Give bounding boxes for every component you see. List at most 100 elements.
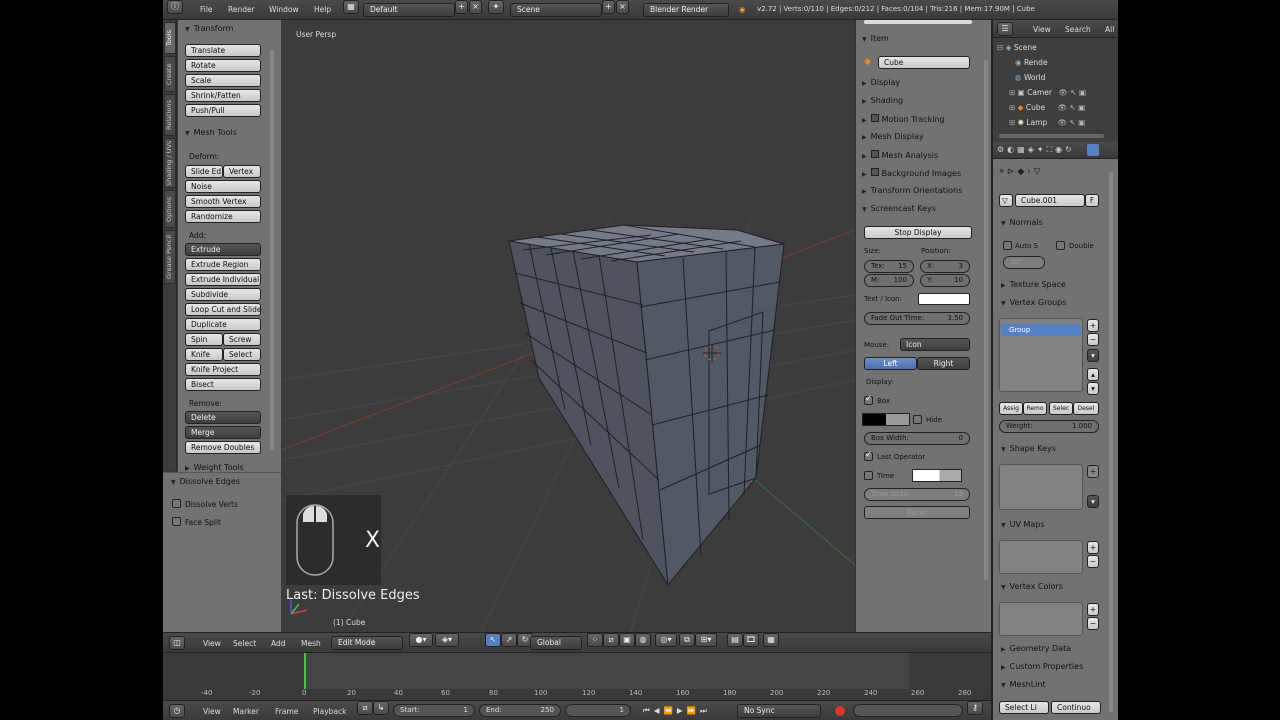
timeline-view-menu[interactable]: View (203, 707, 221, 716)
mouse-size-field[interactable]: M: 100 (864, 274, 914, 287)
view3d-editor-icon[interactable]: ◫ (169, 636, 185, 650)
menu-file[interactable]: File (200, 5, 213, 14)
extrude-region-button[interactable]: Extrude Region (185, 258, 261, 271)
outliner-row-camera[interactable]: ⊞ ▣ Camer 👁 ↖ ▣ (1009, 88, 1086, 97)
outliner-row-scene[interactable]: ⊟ ◈ Scene (997, 43, 1037, 52)
lock-range-icon[interactable]: ↳ (373, 701, 389, 715)
randomize-button[interactable]: Randomize (185, 210, 261, 223)
tab-options[interactable]: Options (164, 190, 176, 228)
mesh-tools-header[interactable]: ▼ Mesh Tools (185, 128, 237, 137)
snap-toggle-icon[interactable]: ⧉ (679, 633, 695, 647)
transform-header[interactable]: ▼ Transform (185, 24, 233, 33)
outliner-row-render[interactable]: ◉ Rende (1015, 58, 1048, 67)
shrink-fatten-button[interactable]: Shrink/Fatten (185, 89, 261, 102)
timeline-playhead[interactable] (304, 653, 306, 693)
left-align-button[interactable]: Left (864, 357, 917, 370)
editor-type-icon[interactable]: ⓘ (167, 0, 183, 14)
vg-remove-icon[interactable]: − (1087, 333, 1099, 346)
timeline-editor-icon[interactable]: ◷ (169, 704, 185, 718)
box-color-swatch[interactable] (862, 413, 910, 426)
smooth-angle-field[interactable]: 30° (1003, 256, 1045, 269)
outliner-view-menu[interactable]: View (1033, 25, 1051, 34)
extrude-individual-button[interactable]: Extrude Individual (185, 273, 261, 286)
cube-mesh[interactable] (508, 224, 785, 587)
start-frame-field[interactable]: Start: 1 (393, 704, 475, 717)
shape-keys-list[interactable] (999, 464, 1083, 510)
outliner-row-cube[interactable]: ⊞ ◆ Cube 👁 ↖ ▣ (1009, 103, 1085, 112)
subdivide-button[interactable]: Subdivide (185, 288, 261, 301)
right-align-button[interactable]: Right (917, 357, 970, 370)
outliner-filter-all[interactable]: All (1105, 25, 1114, 34)
face-split-checkbox[interactable] (172, 517, 181, 526)
pivot-point-icon[interactable]: ◈▾ (435, 633, 459, 647)
sk-menu-icon[interactable]: ▾ (1087, 495, 1099, 508)
outliner-row-lamp[interactable]: ⊞ ✺ Lamp 👁 ↖ ▣ (1009, 118, 1085, 127)
vg-up-icon[interactable]: ▴ (1087, 368, 1099, 381)
insert-keyframe-icon[interactable]: ⚷ (967, 701, 983, 715)
timeline-playback-menu[interactable]: Playback (313, 707, 346, 716)
context-tab-icons[interactable]: ⚙◐▦◈✦⛶◉↻ (997, 145, 1075, 155)
menu-render[interactable]: Render (228, 5, 255, 14)
toolshelf-scrollbar[interactable] (270, 50, 274, 450)
scene-close-icon[interactable]: × (616, 0, 629, 14)
outliner-row-world[interactable]: ◍ World (1015, 73, 1045, 82)
spin-button[interactable]: Spin (185, 333, 223, 346)
translate-manip-icon[interactable]: ↗ (501, 633, 517, 647)
item-header[interactable]: ▼ Item (862, 34, 889, 43)
mesh-analysis-header[interactable]: ▶ Mesh Analysis (862, 150, 938, 160)
dissolve-edges-header[interactable]: ▼ Dissolve Edges (171, 477, 240, 486)
mouse-mode-select[interactable]: Icon (900, 338, 970, 351)
vg-down-icon[interactable]: ▾ (1087, 382, 1099, 395)
npanel-scrollbar[interactable] (984, 60, 988, 580)
bisect-button[interactable]: Bisect (185, 378, 261, 391)
timer-checkbox[interactable] (864, 471, 873, 480)
vg-menu-icon[interactable]: ▾ (1087, 349, 1099, 362)
select-lint-button[interactable]: Select Li (999, 701, 1049, 714)
box-checkbox[interactable] (864, 394, 873, 405)
opengl-render-icon[interactable]: ▤ (727, 633, 743, 647)
vc-add-icon[interactable]: + (1087, 603, 1099, 616)
vertex-groups-header[interactable]: ▼ Vertex Groups (1001, 298, 1066, 307)
noise-button[interactable]: Noise (185, 180, 261, 193)
record-icon[interactable] (835, 706, 845, 716)
hide-checkbox[interactable] (913, 415, 922, 424)
uv-maps-list[interactable] (999, 540, 1083, 574)
vg-deselect-button[interactable]: Desel (1073, 402, 1099, 415)
sync-mode-select[interactable]: No Sync (737, 704, 821, 718)
layout-grid-icon[interactable]: ▦ (343, 0, 359, 14)
extrude-menu-button[interactable]: Extrude (185, 243, 261, 256)
merge-menu-button[interactable]: Merge (185, 426, 261, 439)
text-size-field[interactable]: Tex: 15 (864, 260, 914, 273)
slide-edge-button[interactable]: Slide Ed (185, 165, 223, 178)
face-select-icon[interactable]: ▣ (619, 633, 635, 647)
layout-close-icon[interactable]: × (469, 0, 482, 14)
manipulator-icon[interactable]: ↖ (485, 633, 501, 647)
vc-remove-icon[interactable]: − (1087, 617, 1099, 630)
uv-maps-header[interactable]: ▼ UV Maps (1001, 520, 1045, 529)
view3d-add-menu[interactable]: Add (271, 639, 286, 648)
properties-scrollbar[interactable] (1109, 172, 1113, 712)
opengl-anim-icon[interactable]: 🎞 (743, 633, 759, 647)
vg-select-button[interactable]: Selec (1049, 402, 1073, 415)
tab-tools[interactable]: Tools (164, 22, 176, 54)
shading-header[interactable]: ▶ Shading (862, 96, 903, 105)
continuous-button[interactable]: Continuo (1051, 701, 1101, 714)
timer-color-swatch[interactable] (912, 469, 962, 482)
view3d-mesh-menu[interactable]: Mesh (301, 639, 321, 648)
vg-assign-button[interactable]: Assig (999, 402, 1023, 415)
text-color-swatch[interactable] (918, 293, 970, 305)
double-sided-checkbox[interactable] (1056, 241, 1065, 250)
timeline-marker-menu[interactable]: Marker (233, 707, 259, 716)
delete-menu-button[interactable]: Delete (185, 411, 261, 424)
loop-cut-slide-button[interactable]: Loop Cut and Slide (185, 303, 261, 316)
custom-properties-header[interactable]: ▶ Custom Properties (1001, 662, 1083, 671)
3d-viewport[interactable]: User Persp X Last: Dissolve Edges (1) Cu… (281, 20, 855, 632)
slide-vertex-button[interactable]: Vertex (223, 165, 261, 178)
mesh-fake-user-icon[interactable]: F (1085, 194, 1099, 207)
stop-display-button[interactable]: Stop Display (864, 226, 972, 239)
view3d-view-menu[interactable]: View (203, 639, 221, 648)
interaction-mode-select[interactable]: Edit Mode (331, 636, 403, 650)
tab-shading-uvs[interactable]: Shading / UVs (164, 138, 176, 188)
vertex-colors-header[interactable]: ▼ Vertex Colors (1001, 582, 1063, 591)
layout-add-icon[interactable]: + (455, 0, 468, 14)
